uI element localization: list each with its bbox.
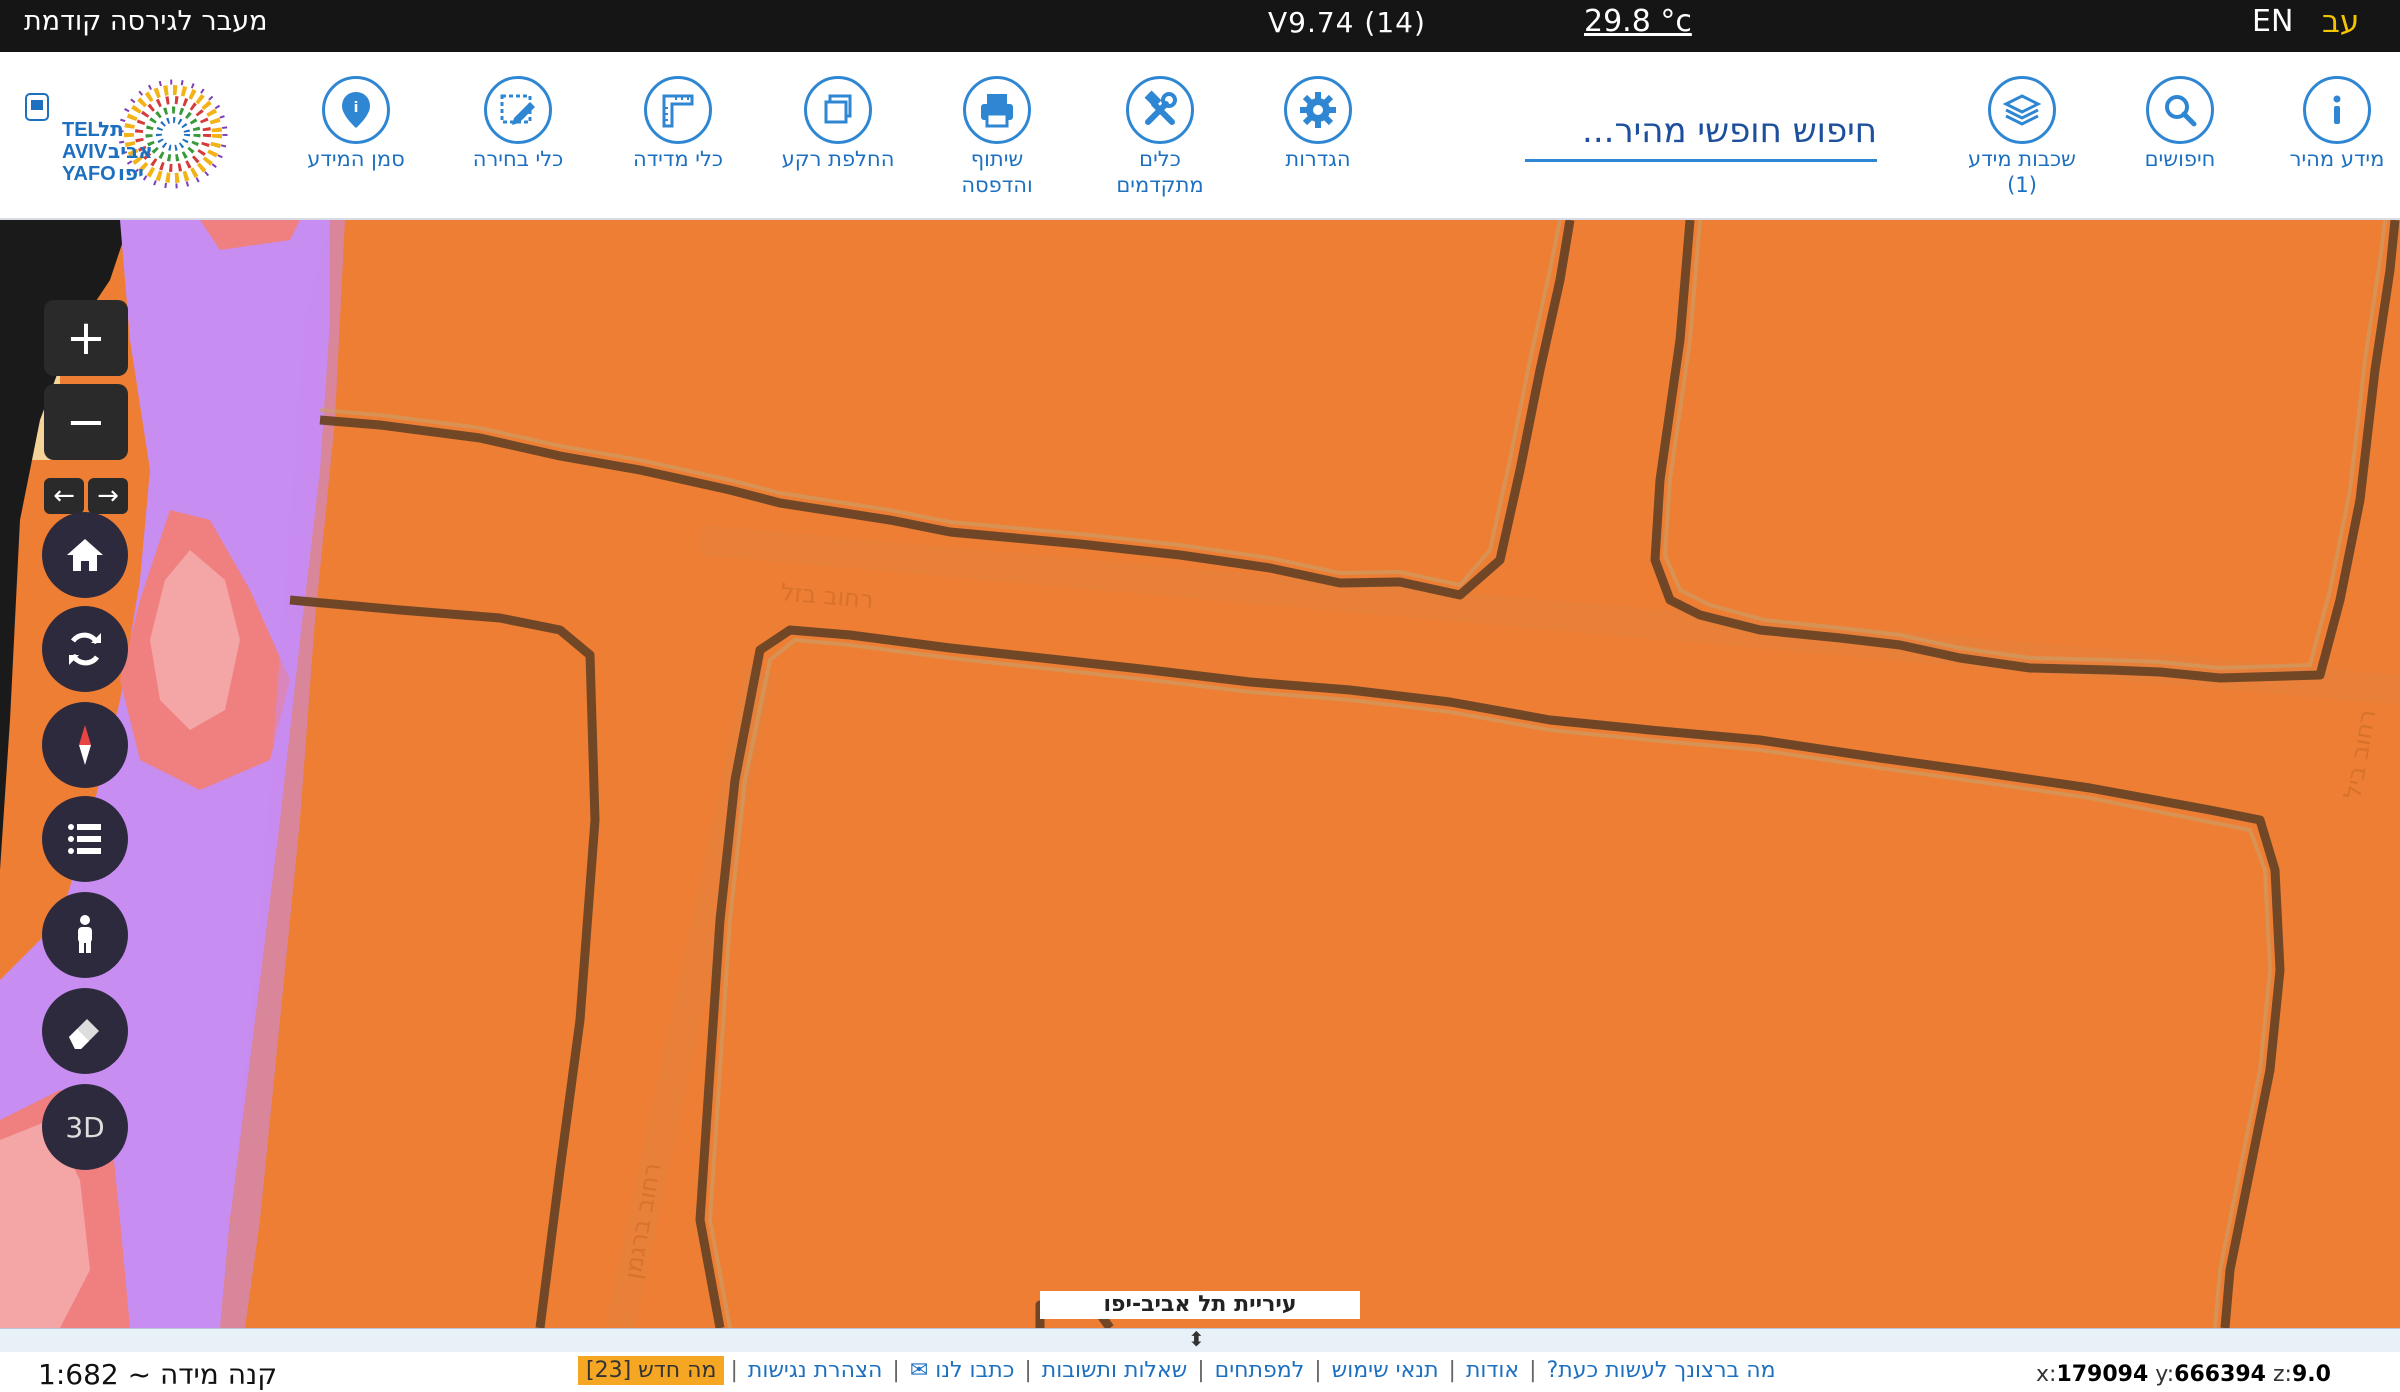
layers-button[interactable]: שכבות מידע (1) bbox=[1947, 76, 2097, 198]
footer-links: מה ברצונך לעשות כעת? | אודות | תנאי שימוש |… bbox=[578, 1356, 1780, 1385]
quick-search-field[interactable] bbox=[1525, 102, 1877, 162]
quick-info-button[interactable]: מידע מהיר bbox=[2262, 76, 2400, 172]
gear-icon bbox=[1284, 76, 1352, 144]
quick-info-label: מידע מהיר bbox=[2289, 147, 2385, 171]
whats-new-badge[interactable]: מה חדש [23] bbox=[578, 1356, 725, 1385]
x-coordinate: 179094 bbox=[2056, 1362, 2149, 1387]
quick-search-input[interactable] bbox=[1525, 102, 1877, 159]
history-back-button[interactable]: ← bbox=[44, 478, 84, 514]
logo-text-yafo: YAFO bbox=[62, 163, 116, 185]
marker-tool-label: סמן המידע bbox=[307, 147, 405, 171]
top-bar: מעבר לגירסה קודמת V9.74 (14) 29.8 °c EN … bbox=[0, 0, 2400, 52]
status-bar: ⬍ קנה מידה ~ 1:682 מה ברצונך לעשות כעת? |… bbox=[0, 1328, 2400, 1392]
language-he-button[interactable]: עב bbox=[2322, 4, 2359, 40]
3d-label: 3D bbox=[65, 1110, 105, 1144]
basemap-tool-label: החלפת רקע bbox=[781, 147, 895, 171]
logo-text-yafo-he: יפו bbox=[118, 161, 144, 185]
advanced-tools-label: כלים מתקדמים bbox=[1116, 147, 1204, 197]
compass-icon bbox=[79, 725, 91, 765]
share-print-label: שיתוף והדפסה bbox=[961, 147, 1033, 197]
pegman-icon bbox=[78, 915, 92, 953]
measure-tool-label: כלי מדידה bbox=[632, 147, 724, 171]
compass-button[interactable] bbox=[42, 702, 128, 788]
list-icon bbox=[68, 824, 101, 854]
footer-link-accessibility[interactable]: הצהרת נגישות bbox=[744, 1358, 887, 1383]
select-pencil-icon bbox=[484, 76, 552, 144]
select-tool-button[interactable]: כלי בחירה bbox=[443, 76, 593, 172]
wrench-hammer-icon bbox=[1126, 76, 1194, 144]
search-icon bbox=[2146, 76, 2214, 144]
logo-text-aviv: AVIV bbox=[62, 141, 108, 163]
resize-arrows-icon[interactable]: ⬍ bbox=[1188, 1328, 1205, 1350]
footer-link-about[interactable]: אודות bbox=[1462, 1358, 1523, 1383]
temperature-link[interactable]: 29.8 °c bbox=[1584, 4, 1692, 39]
svg-text:i: i bbox=[354, 100, 359, 116]
logo-text-tel: TEL bbox=[62, 119, 100, 141]
3d-view-button[interactable]: 3D bbox=[42, 1084, 128, 1170]
layers-label: שכבות מידע (1) bbox=[1968, 147, 2076, 197]
footer-link-what-to-do[interactable]: מה ברצונך לעשות כעת? bbox=[1543, 1358, 1780, 1383]
eraser-button[interactable] bbox=[42, 988, 128, 1074]
map-view[interactable]: רחוב בזל רחוב ברגמן רחוב ביל ← → + − 3D … bbox=[0, 220, 2400, 1328]
basemap-switch-icon bbox=[804, 76, 872, 144]
previous-version-link[interactable]: מעבר לגירסה קודמת bbox=[24, 6, 268, 37]
zoom-level: 9.0 bbox=[2291, 1362, 2331, 1387]
tel-aviv-logo[interactable]: TEL AVIV YAFO תל אביב יפו bbox=[18, 76, 254, 202]
info-icon bbox=[2303, 76, 2371, 144]
logo-text-tel-he: תל bbox=[98, 117, 124, 141]
street-view-button[interactable] bbox=[42, 892, 128, 978]
printer-icon bbox=[963, 76, 1031, 144]
logo-text-aviv-he: אביב bbox=[108, 139, 153, 163]
basemap-tool-button[interactable]: החלפת רקע bbox=[763, 76, 913, 172]
footer-link-contact[interactable]: כתבו לנו ✉ bbox=[906, 1358, 1019, 1383]
history-forward-button[interactable]: → bbox=[88, 478, 128, 514]
zoom-in-button[interactable]: + bbox=[44, 300, 128, 376]
home-icon bbox=[67, 539, 103, 571]
select-tool-label: כלי בחירה bbox=[472, 147, 564, 171]
layers-icon bbox=[1988, 76, 2056, 144]
settings-button[interactable]: הגדרות bbox=[1243, 76, 1393, 172]
info-marker-icon: i bbox=[322, 76, 390, 144]
legend-list-button[interactable] bbox=[42, 796, 128, 882]
refresh-button[interactable] bbox=[42, 606, 128, 692]
map-canvas[interactable]: רחוב בזל רחוב ברגמן רחוב ביל bbox=[0, 220, 2400, 1328]
share-print-button[interactable]: שיתוף והדפסה bbox=[922, 76, 1072, 198]
version-label: V9.74 (14) bbox=[1268, 6, 1426, 39]
settings-label: הגדרות bbox=[1285, 147, 1351, 171]
y-coordinate: 666394 bbox=[2174, 1362, 2266, 1387]
footer-link-developers[interactable]: למפתחים bbox=[1211, 1358, 1309, 1383]
municipality-emblem-icon bbox=[25, 93, 49, 121]
advanced-tools-button[interactable]: כלים מתקדמים bbox=[1085, 76, 1235, 198]
coordinates-readout: x:179094 y:666394 z:9.0 bbox=[2036, 1362, 2331, 1387]
map-scale: קנה מידה ~ 1:682 bbox=[38, 1358, 278, 1391]
zoom-out-button[interactable]: − bbox=[44, 384, 128, 460]
marker-tool-button[interactable]: i סמן המידע bbox=[281, 76, 431, 172]
searches-label: חיפושים bbox=[2144, 147, 2216, 171]
map-attribution-label: עיריית תל אביב-יפו bbox=[1040, 1291, 1360, 1319]
eraser-icon bbox=[69, 1019, 99, 1049]
language-en-button[interactable]: EN bbox=[2252, 4, 2293, 39]
searches-button[interactable]: חיפושים bbox=[2105, 76, 2255, 172]
footer-link-faq[interactable]: שאלות ותשובות bbox=[1038, 1358, 1191, 1383]
home-button[interactable] bbox=[42, 512, 128, 598]
main-toolbar: TEL AVIV YAFO תל אביב יפו i סמן המידע כל… bbox=[0, 52, 2400, 220]
footer-link-terms[interactable]: תנאי שימוש bbox=[1328, 1358, 1443, 1383]
measure-tool-button[interactable]: כלי מדידה bbox=[603, 76, 753, 172]
ruler-icon bbox=[644, 76, 712, 144]
refresh-icon bbox=[69, 632, 101, 666]
